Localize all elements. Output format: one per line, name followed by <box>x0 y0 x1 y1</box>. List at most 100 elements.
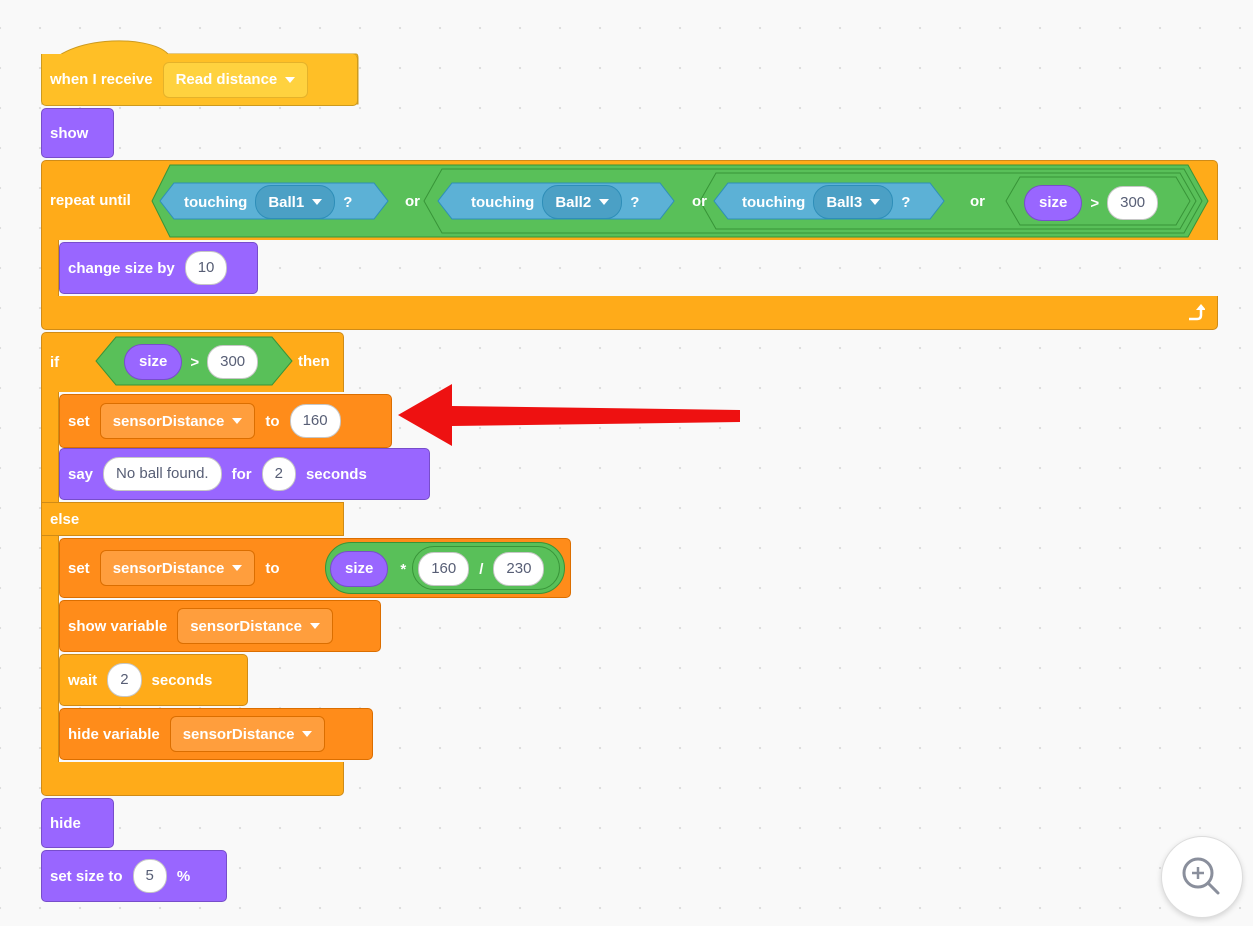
then-label-wrap: then <box>298 353 330 370</box>
ball2-dropdown[interactable]: Ball2 <box>542 185 623 219</box>
hide-variable-label: hide variable <box>68 725 160 743</box>
set-size-input[interactable]: 5 <box>132 859 167 893</box>
zoom-in-button[interactable] <box>1161 836 1243 918</box>
denominator-input[interactable]: 230 <box>493 552 545 586</box>
say-message-input[interactable]: No ball found. <box>103 457 222 491</box>
change-size-label: change size by <box>68 259 175 277</box>
variable-name: sensorDistance <box>182 725 295 743</box>
for-label: for <box>231 465 252 483</box>
set-label: set <box>68 412 90 430</box>
change-size-input[interactable]: 10 <box>184 251 228 285</box>
touching-label: touching <box>742 193 806 211</box>
touching-label: touching <box>471 193 535 211</box>
if-label: if <box>50 354 60 371</box>
dropdown-caret-icon <box>302 731 313 737</box>
zoom-in-icon <box>1182 857 1220 895</box>
variable-dropdown[interactable]: sensorDistance <box>99 550 256 586</box>
percent-label: % <box>176 867 191 885</box>
repeat-arrow-icon <box>1189 303 1205 320</box>
scratch-code-area[interactable]: when I receive Read distance show repeat… <box>0 0 1253 926</box>
ball3-dropdown[interactable]: Ball3 <box>813 185 894 219</box>
message-dropdown-value: Read distance <box>175 71 278 88</box>
size-reporter[interactable]: size <box>330 551 389 587</box>
variable-name: sensorDistance <box>190 617 302 635</box>
variable-name: sensorDistance <box>112 412 225 430</box>
size-greater-than-condition[interactable]: size > 300 <box>1024 185 1159 221</box>
set-value-input[interactable]: 160 <box>289 404 341 438</box>
repeat-until-label: repeat until <box>50 192 131 209</box>
show-variable-label: show variable <box>68 617 168 635</box>
to-label: to <box>265 412 280 430</box>
dropdown-caret-icon <box>312 199 323 205</box>
variable-dropdown[interactable]: sensorDistance <box>169 716 326 752</box>
show-label: show <box>50 124 89 142</box>
variable-name: sensorDistance <box>112 559 225 577</box>
else-label: else <box>50 510 80 528</box>
numerator-input[interactable]: 160 <box>418 552 470 586</box>
or-label-1: or <box>405 193 420 210</box>
ball1-dropdown[interactable]: Ball1 <box>255 185 336 219</box>
set-size-block[interactable]: set size to 5 % <box>41 850 227 902</box>
hide-label: hide <box>50 814 81 832</box>
touching-ball3[interactable]: touching Ball3 ? <box>742 185 910 219</box>
when-i-receive-label: when I receive <box>50 71 153 88</box>
divide-sign: / <box>479 560 484 578</box>
question-mark: ? <box>343 193 353 211</box>
or-label-3: or <box>970 193 985 210</box>
expression-contents: size * 160 / 230 <box>330 551 545 587</box>
red-arrow-annotation <box>398 384 740 446</box>
variable-dropdown[interactable]: sensorDistance <box>99 403 256 439</box>
times-sign: * <box>400 560 407 578</box>
touching-label: touching <box>184 193 248 211</box>
ball3-value: Ball3 <box>826 193 863 211</box>
seconds-label: seconds <box>151 671 213 689</box>
say-for-seconds-block[interactable]: say No ball found. for 2 seconds <box>59 448 430 500</box>
if-condition[interactable]: size > 300 <box>124 344 259 380</box>
set-size-label: set size to <box>50 867 123 885</box>
hide-block[interactable]: hide <box>41 798 114 848</box>
greater-than-sign: > <box>190 353 200 371</box>
hide-variable-block[interactable]: hide variable sensorDistance <box>59 708 373 760</box>
show-variable-block[interactable]: show variable sensorDistance <box>59 600 381 652</box>
if-limit-input[interactable]: 300 <box>207 345 259 379</box>
or-text: or <box>970 193 985 210</box>
message-dropdown[interactable]: Read distance <box>162 61 309 98</box>
dropdown-caret-icon <box>232 565 243 571</box>
or-label-2: or <box>692 193 707 210</box>
wait-label: wait <box>68 671 98 689</box>
dropdown-caret-icon <box>599 199 610 205</box>
size-reporter[interactable]: size <box>1024 185 1083 221</box>
dropdown-caret-icon <box>870 199 881 205</box>
when-i-receive-block[interactable]: when I receive Read distance <box>41 54 358 106</box>
ball2-value: Ball2 <box>555 193 592 211</box>
seconds-label: seconds <box>305 465 367 483</box>
greater-than-sign: > <box>1090 194 1100 212</box>
size-reporter[interactable]: size <box>124 344 183 380</box>
wait-block[interactable]: wait 2 seconds <box>59 654 248 706</box>
wait-seconds-input[interactable]: 2 <box>107 663 142 697</box>
then-label: then <box>298 353 330 370</box>
repeat-bottom-bar[interactable] <box>41 296 1218 330</box>
or-text: or <box>405 193 420 210</box>
dropdown-caret-icon <box>309 623 320 629</box>
say-label: say <box>68 465 94 483</box>
to-label: to <box>265 559 280 577</box>
variable-dropdown[interactable]: sensorDistance <box>177 608 333 644</box>
set-variable-block[interactable]: set sensorDistance to 160 <box>59 394 392 448</box>
show-block[interactable]: show <box>41 108 114 158</box>
dropdown-caret-icon <box>285 76 296 83</box>
change-size-block[interactable]: change size by 10 <box>59 242 258 294</box>
dropdown-caret-icon <box>232 418 243 424</box>
or-text: or <box>692 193 707 210</box>
size-limit-input[interactable]: 300 <box>1107 186 1159 220</box>
say-seconds-input[interactable]: 2 <box>261 457 296 491</box>
if-c-arm <box>41 392 59 504</box>
repeat-c-arm <box>41 240 59 296</box>
else-c-arm <box>41 536 59 762</box>
touching-ball2[interactable]: touching Ball2 ? <box>471 185 639 219</box>
else-bar[interactable]: else <box>41 502 344 536</box>
set-label: set <box>68 559 90 577</box>
if-else-bottom[interactable] <box>41 762 344 796</box>
ball1-value: Ball1 <box>268 193 305 211</box>
touching-ball1[interactable]: touching Ball1 ? <box>184 185 352 219</box>
